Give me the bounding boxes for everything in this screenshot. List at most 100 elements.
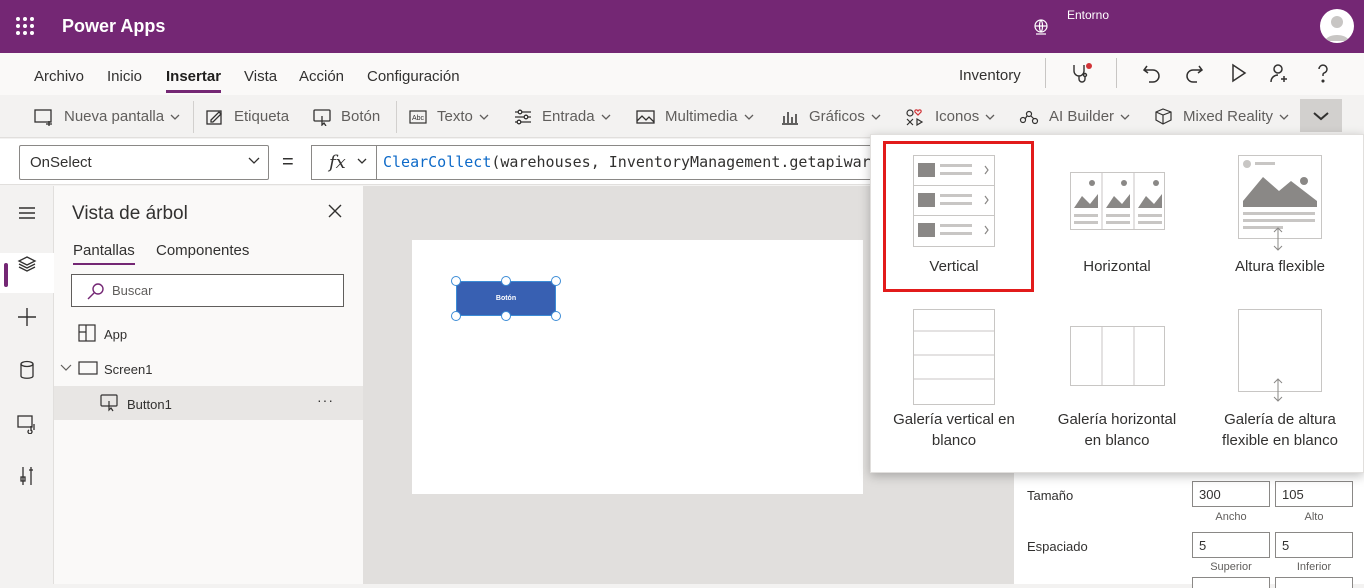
chevron-down-icon [1279, 114, 1289, 120]
button-button[interactable]: Botón [313, 95, 380, 138]
bottom-padding-input[interactable]: 5 [1275, 532, 1353, 558]
environment-label[interactable]: Entorno [1067, 8, 1109, 22]
gallery-vertical[interactable]: Vertical [874, 155, 1034, 275]
app-screen[interactable]: Botón [412, 240, 863, 494]
media-button[interactable]: Multimedia [636, 95, 754, 138]
mixed-reality-button[interactable]: Mixed Reality [1154, 95, 1289, 138]
gallery-flyout: Vertical Horizontal Altura flexible Gale… [870, 134, 1364, 473]
label-button-label: Etiqueta [234, 108, 290, 125]
resize-handle[interactable] [551, 311, 561, 321]
menu-archivo[interactable]: Archivo [34, 68, 84, 85]
menu-bar: Archivo Inicio Insertar Vista Acción Con… [0, 53, 1364, 95]
left-rail [0, 186, 54, 584]
app-checker-icon[interactable] [1070, 62, 1092, 84]
more-options-icon[interactable]: ··· [317, 392, 334, 408]
search-icon [87, 283, 104, 300]
chevron-down-icon [1313, 111, 1329, 120]
plus-icon[interactable] [16, 306, 38, 328]
app-name: Inventory [959, 67, 1021, 84]
tree-node-button1[interactable]: Button1 ··· [54, 386, 363, 420]
property-dropdown[interactable]: OnSelect [19, 145, 269, 180]
ai-builder-button[interactable]: AI Builder [1019, 95, 1130, 138]
layers-icon[interactable] [16, 253, 38, 275]
fx-button[interactable]: fx [311, 145, 377, 180]
charts-button-label: Gráficos [809, 108, 865, 125]
vertical-gallery-icon [913, 155, 995, 247]
separator [1116, 58, 1117, 88]
tree-node-screen1[interactable]: Screen1 [54, 352, 363, 386]
insert-ribbon: Nueva pantalla Etiqueta Botón Abc Texto … [0, 95, 1364, 138]
label-icon [206, 109, 222, 125]
height-input[interactable]: 105 [1275, 481, 1353, 507]
equals-sign: = [282, 151, 294, 173]
menu-configuracion[interactable]: Configuración [367, 68, 460, 85]
redo-icon[interactable] [1183, 62, 1205, 84]
resize-handle[interactable] [501, 276, 511, 286]
chevron-down-icon [170, 114, 180, 120]
tab-components[interactable]: Componentes [156, 242, 249, 259]
bottom-sublabel: Inferior [1296, 561, 1332, 573]
icons-button[interactable]: Iconos [905, 95, 995, 138]
chevron-down-icon [248, 157, 260, 164]
label-button[interactable]: Etiqueta [206, 95, 289, 138]
database-icon[interactable] [16, 359, 38, 381]
gallery-flexible-height[interactable]: Altura flexible [1200, 155, 1360, 275]
hamburger-icon[interactable] [16, 202, 38, 224]
tree-node-label: Screen1 [104, 362, 153, 377]
charts-button[interactable]: Gráficos [781, 95, 881, 138]
tools-icon[interactable] [16, 465, 38, 487]
gallery-label-line1: Galería de altura [1224, 411, 1336, 428]
gallery-blank-flexible-height[interactable]: Galería de altura flexible en blanco [1200, 309, 1360, 449]
play-icon[interactable] [1227, 62, 1249, 84]
top-sublabel: Superior [1210, 561, 1252, 573]
menu-vista[interactable]: Vista [244, 68, 277, 85]
tree-view-panel: Vista de árbol Pantallas Componentes Bus… [54, 186, 363, 584]
resize-handle[interactable] [501, 311, 511, 321]
menu-inicio[interactable]: Inicio [107, 68, 142, 85]
gallery-blank-vertical[interactable]: Galería vertical en blanco [874, 309, 1034, 449]
gallery-label-line2: flexible en blanco [1222, 432, 1338, 449]
share-user-icon[interactable] [1268, 62, 1290, 84]
gallery-label: Horizontal [1083, 258, 1151, 275]
button-button-label: Botón [341, 108, 381, 125]
width-input[interactable]: 300 [1192, 481, 1270, 507]
chevron-down-icon [357, 158, 367, 164]
chevron-down-icon [744, 114, 753, 120]
tree-search-input[interactable]: Buscar [71, 274, 344, 307]
chevron-down-icon [871, 114, 881, 120]
menu-insertar[interactable]: Insertar [166, 68, 222, 93]
media-icon [636, 109, 655, 124]
separator [1045, 58, 1046, 88]
undo-icon[interactable] [1141, 62, 1163, 84]
tree-node-app[interactable]: App [54, 317, 363, 351]
more-ribbon-button[interactable] [1300, 99, 1342, 132]
text-button-label: Texto [437, 108, 473, 125]
formula-input[interactable]: ClearCollect(warehouses, InventoryManage… [377, 145, 877, 180]
resize-handle[interactable] [451, 311, 461, 321]
gallery-horizontal[interactable]: Horizontal [1037, 155, 1197, 275]
resize-handle[interactable] [451, 276, 461, 286]
app-icon [78, 324, 96, 342]
top-padding-input[interactable]: 5 [1192, 532, 1270, 558]
environment-icon[interactable] [1032, 18, 1050, 36]
extra-input[interactable] [1192, 577, 1270, 588]
gallery-label-line1: Galería vertical en [893, 411, 1015, 428]
app-launcher-icon[interactable] [16, 17, 34, 35]
resize-handle[interactable] [551, 276, 561, 286]
blank-flexible-gallery-icon [1238, 309, 1322, 402]
input-button[interactable]: Entrada [514, 95, 611, 138]
menu-accion[interactable]: Acción [299, 68, 344, 85]
width-sublabel: Ancho [1215, 511, 1247, 523]
help-icon[interactable] [1312, 62, 1334, 84]
new-screen-button[interactable]: Nueva pantalla [34, 95, 180, 138]
media-icon[interactable] [16, 412, 38, 434]
extra-input[interactable] [1275, 577, 1353, 588]
chevron-down-icon[interactable] [60, 364, 72, 372]
chevron-down-icon [985, 114, 995, 120]
tab-screens[interactable]: Pantallas [73, 242, 135, 265]
media-button-label: Multimedia [665, 108, 738, 125]
gallery-blank-horizontal[interactable]: Galería horizontal en blanco [1037, 309, 1197, 449]
close-icon[interactable] [327, 203, 343, 219]
text-button[interactable]: Abc Texto [409, 95, 489, 138]
avatar[interactable] [1320, 9, 1354, 43]
